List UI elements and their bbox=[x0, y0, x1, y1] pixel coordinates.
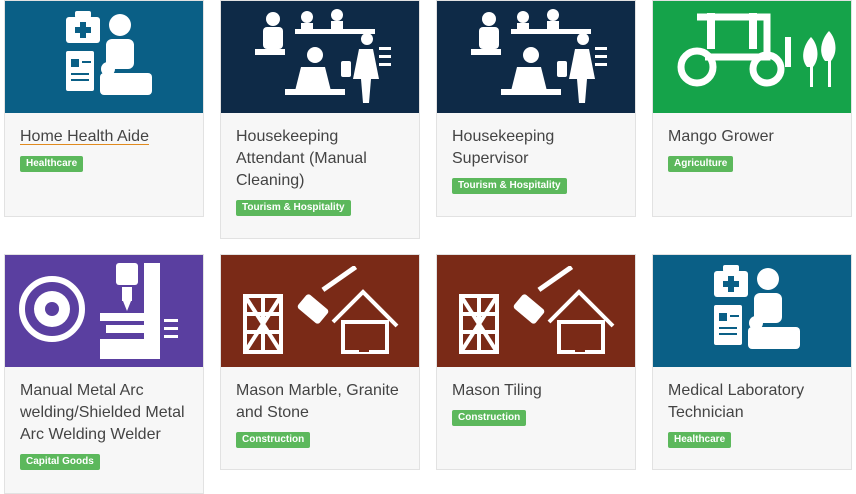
category-badge[interactable]: Healthcare bbox=[20, 156, 84, 172]
category-badge[interactable]: Construction bbox=[236, 432, 311, 448]
healthcare-icon bbox=[714, 265, 800, 349]
card-title[interactable]: Housekeeping Attendant (Manual Cleaning) bbox=[221, 126, 419, 192]
category-badge[interactable]: Construction bbox=[452, 410, 527, 426]
course-card[interactable]: Mango Grower Agriculture bbox=[652, 0, 852, 217]
course-card[interactable]: Housekeeping Supervisor Tourism & Hospit… bbox=[436, 0, 636, 217]
card-title[interactable]: Mango Grower bbox=[653, 126, 851, 148]
category-badge[interactable]: Tourism & Hospitality bbox=[452, 178, 567, 194]
course-card[interactable]: Manual Metal Arc welding/Shielded Metal … bbox=[4, 254, 204, 494]
course-card[interactable]: Mason Marble, Granite and Stone Construc… bbox=[220, 254, 420, 470]
card-title[interactable]: Manual Metal Arc welding/Shielded Metal … bbox=[5, 380, 203, 446]
course-card[interactable]: Mason Tiling Construction bbox=[436, 254, 636, 470]
category-badge[interactable]: Capital Goods bbox=[20, 454, 100, 470]
category-badge[interactable]: Agriculture bbox=[668, 156, 734, 172]
card-image[interactable] bbox=[221, 255, 419, 367]
card-image[interactable] bbox=[5, 1, 203, 113]
category-badge[interactable]: Healthcare bbox=[668, 432, 732, 448]
hospitality-icon bbox=[255, 9, 391, 103]
card-image[interactable] bbox=[653, 1, 851, 113]
course-card[interactable]: Home Health Aide Healthcare bbox=[4, 0, 204, 217]
card-image[interactable] bbox=[221, 1, 419, 113]
hospitality-icon bbox=[471, 9, 607, 103]
card-title[interactable]: Home Health Aide bbox=[5, 126, 203, 148]
card-image[interactable] bbox=[5, 255, 203, 367]
category-badge[interactable]: Tourism & Hospitality bbox=[236, 200, 351, 216]
machine-icon bbox=[19, 263, 178, 359]
card-title[interactable]: Medical Laboratory Technician bbox=[653, 380, 851, 424]
course-card[interactable]: Medical Laboratory Technician Healthcare bbox=[652, 254, 852, 470]
construction-icon bbox=[459, 266, 615, 354]
course-card[interactable]: Housekeeping Attendant (Manual Cleaning)… bbox=[220, 0, 420, 239]
card-title[interactable]: Mason Tiling bbox=[437, 380, 635, 402]
healthcare-icon bbox=[66, 11, 152, 95]
card-image[interactable] bbox=[437, 255, 635, 367]
card-title[interactable]: Housekeeping Supervisor bbox=[437, 126, 635, 170]
tractor-icon bbox=[677, 13, 836, 87]
card-image[interactable] bbox=[437, 1, 635, 113]
card-title[interactable]: Mason Marble, Granite and Stone bbox=[221, 380, 419, 424]
card-image[interactable] bbox=[653, 255, 851, 367]
construction-icon bbox=[243, 266, 399, 354]
